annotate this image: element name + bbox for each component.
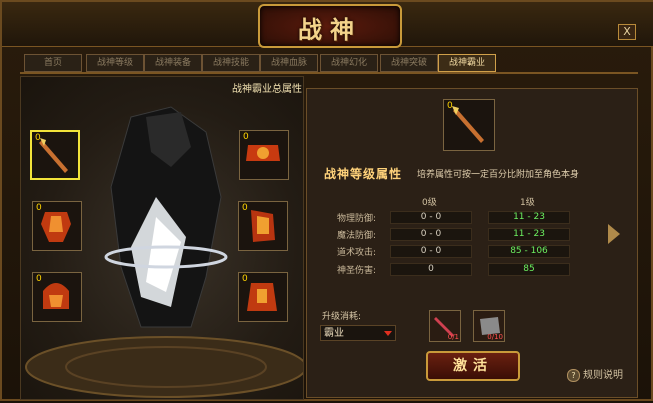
close-button[interactable]: X — [618, 24, 636, 40]
dominion-slot-belt[interactable]: 0 — [239, 130, 289, 180]
tab-level[interactable]: 战神等级 — [86, 54, 144, 72]
question-icon: ? — [567, 369, 580, 382]
dominion-slot-armor[interactable]: 0 — [32, 201, 82, 251]
stat-value-next: 85 — [488, 263, 570, 276]
tab-divider — [20, 72, 638, 74]
upgrade-cost-label: 升级消耗: — [322, 312, 362, 322]
dropdown-value: 霸业 — [324, 328, 344, 339]
slot-count: 0 — [242, 274, 248, 284]
rules-link[interactable]: ? 规则说明 — [567, 366, 623, 382]
next-page-arrow[interactable] — [608, 224, 620, 244]
rules-label: 规则说明 — [583, 370, 623, 381]
stat-label: 物理防御: — [337, 214, 377, 224]
tab-equipment[interactable]: 战神装备 — [144, 54, 202, 72]
slot-count: 0 — [35, 133, 41, 143]
slot-count: 0 — [36, 203, 42, 213]
total-attributes-label: 战神霸业总属性 — [232, 84, 302, 95]
game-window: 战神 X 首页 战神等级 战神装备 战神技能 战神血脉 战神幻化 战神突破 战神… — [0, 0, 653, 401]
section-title: 战神等级属性 — [324, 167, 403, 181]
tab-skills[interactable]: 战神技能 — [202, 54, 260, 72]
slot-count: 0 — [243, 132, 249, 142]
stat-label: 道术攻击: — [337, 248, 377, 258]
section-subtitle: 培养属性可按一定百分比附加至角色本身 — [417, 170, 580, 180]
stat-value-current: 0 - 0 — [390, 228, 472, 241]
material-item-1[interactable]: 0/1 — [429, 310, 461, 342]
stat-value-next: 11 - 23 — [488, 228, 570, 241]
cost-type-dropdown[interactable]: 霸业 — [320, 325, 396, 341]
level-1-header: 1级 — [520, 198, 535, 208]
tab-home[interactable]: 首页 — [24, 54, 82, 72]
chevron-down-icon — [384, 331, 392, 336]
tab-bloodline[interactable]: 战神血脉 — [260, 54, 318, 72]
slot-count: 0 — [242, 203, 248, 213]
stat-value-next: 11 - 23 — [488, 211, 570, 224]
item-count: 0/1 — [447, 333, 459, 341]
tab-breakthrough[interactable]: 战神突破 — [380, 54, 438, 72]
item-count: 0/10 — [487, 333, 503, 341]
stat-label: 神圣伤害: — [337, 266, 377, 276]
stat-value-next: 85 - 106 — [488, 245, 570, 258]
dominion-slot-sword[interactable]: 0 — [30, 130, 80, 180]
tab-dominion[interactable]: 战神霸业 — [438, 54, 496, 72]
title-plate: 战神 — [258, 4, 402, 48]
stat-label: 魔法防御: — [337, 231, 377, 241]
title-bar: 战神 X — [2, 2, 653, 48]
activate-button[interactable]: 激活 — [426, 351, 520, 381]
stat-value-current: 0 - 0 — [390, 245, 472, 258]
slot-count: 0 — [36, 274, 42, 284]
dominion-slot-helmet[interactable]: 0 — [32, 272, 82, 322]
stat-value-current: 0 — [390, 263, 472, 276]
material-item-2[interactable]: 0/10 — [473, 310, 505, 342]
level-0-header: 0级 — [422, 198, 437, 208]
slot-count: 0 — [447, 101, 453, 111]
current-item-slot[interactable]: 0 — [443, 99, 495, 151]
window-title: 战神 — [298, 16, 362, 44]
dominion-slot-gauntlet[interactable]: 0 — [238, 201, 288, 251]
tab-transform[interactable]: 战神幻化 — [320, 54, 378, 72]
dominion-slot-boots[interactable]: 0 — [238, 272, 288, 322]
stat-value-current: 0 - 0 — [390, 211, 472, 224]
